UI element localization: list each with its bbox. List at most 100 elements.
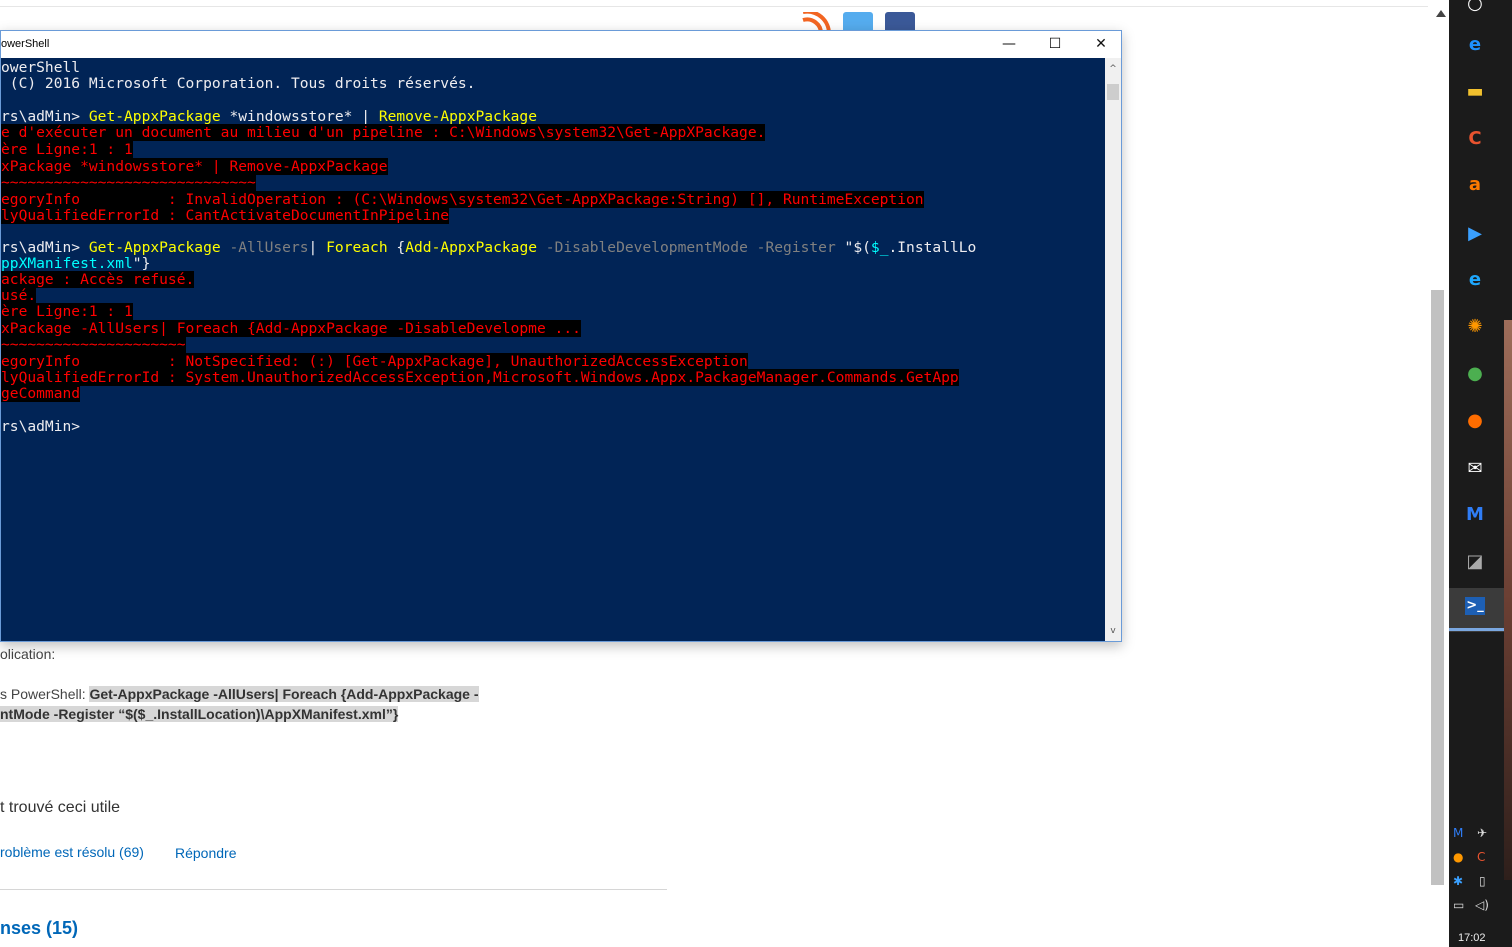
console-text-segment: *windowsstore* | bbox=[220, 108, 379, 125]
console-line: lyQualifiedErrorId : CantActivateDocumen… bbox=[1, 207, 450, 224]
console-text-segment: egoryInfo : InvalidOperation : (C:\Windo… bbox=[1, 191, 924, 208]
console-text-segment: rs\adMin> bbox=[1, 108, 89, 125]
console-scroll-down-icon[interactable]: v bbox=[1108, 626, 1118, 636]
cortana-icon[interactable]: ○ bbox=[1463, 0, 1487, 16]
console-scroll-thumb[interactable] bbox=[1107, 84, 1119, 100]
code-snippet-continued: ntMode -Register “$($_.InstallLocation)\… bbox=[0, 706, 399, 722]
console-text-segment: -DisableDevelopmentMode -Register bbox=[537, 239, 845, 256]
console-line: ère Ligne:1 : 1 bbox=[1, 303, 133, 320]
console-text-segment: ackage : Accès refusé. bbox=[1, 271, 195, 288]
window-title: owerShell bbox=[1, 38, 50, 50]
console-text-segment: ~~~~~~~~~~~~~~~~~~~~~~~~~~~~~ bbox=[1, 174, 256, 191]
taskbar-clock[interactable]: 17:02 bbox=[1458, 932, 1486, 944]
console-line: ~~~~~~~~~~~~~~~~~~~~~ bbox=[1, 336, 186, 353]
console-line: ère Ligne:1 : 1 bbox=[1, 141, 133, 158]
console-line: ~~~~~~~~~~~~~~~~~~~~~~~~~~~~~ bbox=[1, 174, 256, 191]
tray-ccleaner-icon[interactable]: C bbox=[1477, 850, 1485, 864]
page-top-border bbox=[0, 6, 1430, 7]
console-line: rs\adMin> Get-AppxPackage *windowsstore*… bbox=[1, 109, 537, 125]
mail-icon[interactable]: ✉ bbox=[1463, 457, 1487, 481]
console-text-segment: lyQualifiedErrorId : CantActivateDocumen… bbox=[1, 207, 450, 224]
console-line: (C) 2016 Microsoft Corporation. Tous dro… bbox=[1, 75, 476, 92]
tray-usb-icon[interactable]: ▯ bbox=[1479, 874, 1486, 888]
internet-explorer-icon[interactable]: e bbox=[1463, 268, 1487, 292]
maximize-button[interactable]: ☐ bbox=[1032, 31, 1078, 58]
taskbar: ○ e ▬ C a ▶ e ✺ ● ● ✉ M ◪ >_ M ✈ ● C ✱ ▯… bbox=[1449, 0, 1512, 947]
firefox-icon[interactable]: ● bbox=[1463, 409, 1487, 433]
console-text-segment: Get-AppxPackage bbox=[88, 108, 221, 125]
close-button[interactable]: ✕ bbox=[1078, 31, 1124, 58]
file-explorer-icon[interactable]: ▬ bbox=[1463, 80, 1487, 104]
console-text-segment: egoryInfo : NotSpecified: (:) [Get-AppxP… bbox=[1, 353, 748, 370]
console-line: egoryInfo : InvalidOperation : (C:\Windo… bbox=[1, 191, 924, 208]
console-text-segment: "$( bbox=[844, 239, 871, 256]
powershell-prefix: s PowerShell: bbox=[0, 686, 90, 702]
divider bbox=[0, 889, 667, 890]
avast-icon[interactable]: a bbox=[1463, 173, 1487, 197]
console-line: ppXManifest.xml"} bbox=[1, 256, 150, 272]
console-text-segment: lyQualifiedErrorId : System.Unauthorized… bbox=[1, 369, 959, 386]
powershell-icon[interactable]: >_ bbox=[1465, 597, 1485, 615]
console-text-segment: ppXManifest.xml bbox=[1, 255, 133, 272]
window-titlebar[interactable]: owerShell — ☐ ✕ bbox=[1, 31, 1121, 58]
minimize-button[interactable]: — bbox=[986, 31, 1032, 58]
console-line: xPackage *windowsstore* | Remove-AppxPac… bbox=[1, 158, 388, 175]
console-text-segment: owerShell bbox=[1, 59, 81, 76]
tray-volume-icon[interactable]: ◁) bbox=[1475, 898, 1489, 912]
chrome-icon[interactable]: ● bbox=[1463, 362, 1487, 386]
code-block-line-2: ntMode -Register “$($_.InstallLocation)\… bbox=[0, 706, 399, 722]
console-line: ackage : Accès refusé. bbox=[1, 271, 195, 288]
console-scrollbar[interactable]: ^ v bbox=[1105, 58, 1121, 641]
tray-update-icon[interactable]: ● bbox=[1453, 850, 1463, 864]
console-text-segment: xPackage *windowsstore* | Remove-AppxPac… bbox=[1, 158, 388, 175]
helpful-text: t trouvé ceci utile bbox=[0, 799, 121, 816]
console-text-segment: Foreach bbox=[326, 239, 388, 256]
console-line: lyQualifiedErrorId : System.Unauthorized… bbox=[1, 369, 959, 386]
console-line: rs\adMin> bbox=[1, 419, 80, 435]
console-text-segment: rs\adMin> bbox=[1, 418, 81, 435]
console-text-segment: "} bbox=[132, 255, 151, 272]
tray-bluetooth-icon[interactable]: ✱ bbox=[1453, 874, 1463, 888]
console-line: owerShell bbox=[1, 60, 80, 76]
console-text-segment: ère Ligne:1 : 1 bbox=[1, 141, 133, 158]
console-text-segment: xPackage -AllUsers| Foreach {Add-AppxPac… bbox=[1, 320, 581, 337]
console-text-segment: Remove-AppxPackage bbox=[378, 108, 537, 125]
console-text-segment: -AllUsers bbox=[220, 239, 309, 256]
code-snippet: Get-AppxPackage -AllUsers| Foreach {Add-… bbox=[89, 686, 479, 702]
console-text-segment: rs\adMin> bbox=[1, 239, 89, 256]
console-text-segment: ~~~~~~~~~~~~~~~~~~~~~ bbox=[1, 336, 186, 353]
desktop-background-strip bbox=[1504, 320, 1512, 880]
edge-icon[interactable]: e bbox=[1463, 33, 1487, 57]
console-scroll-up-icon[interactable]: ^ bbox=[1108, 64, 1118, 74]
console-output[interactable]: owerShell (C) 2016 Microsoft Corporation… bbox=[1, 58, 1105, 641]
page-scroll-thumb[interactable] bbox=[1431, 290, 1444, 885]
tray-network-icon[interactable]: ▭ bbox=[1453, 898, 1464, 912]
gpu-tool-icon[interactable]: ◪ bbox=[1463, 550, 1487, 574]
application-label: olication: bbox=[0, 646, 56, 662]
reply-link[interactable]: Répondre bbox=[175, 845, 237, 861]
console-text-segment: ère Ligne:1 : 1 bbox=[1, 303, 133, 320]
active-indicator bbox=[1449, 628, 1504, 631]
console-line: rs\adMin> Get-AppxPackage -AllUsers| For… bbox=[1, 240, 976, 256]
same-problem-link[interactable]: roblème est résolu (69) bbox=[0, 844, 144, 860]
console-text-segment: $_ bbox=[870, 239, 889, 256]
console-text-segment: { bbox=[387, 239, 406, 256]
console-text-segment: (C) 2016 Microsoft Corporation. Tous dro… bbox=[1, 75, 476, 92]
media-player-icon[interactable]: ▶ bbox=[1463, 222, 1487, 246]
update-icon[interactable]: ✺ bbox=[1463, 315, 1487, 339]
console-text-segment: .InstallLo bbox=[888, 239, 977, 256]
console-line: egoryInfo : NotSpecified: (:) [Get-AppxP… bbox=[1, 353, 748, 370]
console-text-segment: Get-AppxPackage bbox=[88, 239, 221, 256]
console-line: e d'exécuter un document au milieu d'un … bbox=[1, 124, 766, 141]
console-text-segment: geCommand bbox=[1, 385, 81, 402]
malwarebytes-icon[interactable]: M bbox=[1463, 503, 1487, 527]
console-line: usé. bbox=[1, 287, 37, 304]
ccleaner-icon[interactable]: C bbox=[1463, 127, 1487, 151]
code-block-line-1: s PowerShell: Get-AppxPackage -AllUsers|… bbox=[0, 686, 479, 702]
page-scroll-up-arrow-icon[interactable] bbox=[1436, 10, 1446, 17]
console-text-segment: Add-AppxPackage bbox=[405, 239, 538, 256]
answers-heading: nses (15) bbox=[0, 918, 79, 938]
powershell-window[interactable]: owerShell — ☐ ✕ owerShell (C) 2016 Micro… bbox=[0, 30, 1122, 642]
tray-network-alert-icon[interactable]: ✈ bbox=[1477, 826, 1487, 840]
tray-malwarebytes-icon[interactable]: M bbox=[1453, 826, 1463, 840]
